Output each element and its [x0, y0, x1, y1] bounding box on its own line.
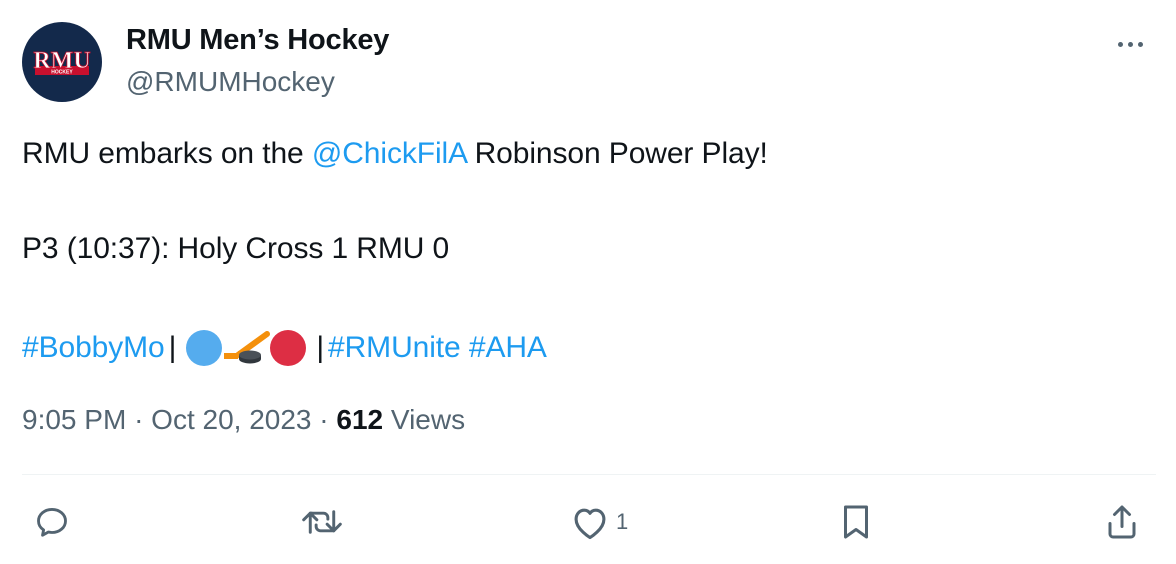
tweet-text-line-1: RMU embarks on the @ChickFilA Robinson P…: [22, 137, 768, 171]
tweet-meta: 9:05 PM · Oct 20, 2023 · 612 Views: [22, 404, 465, 436]
reply-icon: [37, 507, 67, 537]
avatar[interactable]: RMU HOCKEY: [22, 22, 102, 102]
hashtag-link[interactable]: #RMUnite: [328, 331, 461, 365]
share-button[interactable]: [1104, 500, 1140, 544]
retweet-button[interactable]: [300, 500, 344, 544]
tweet-text-line-3: #BobbyMo | | #RMUnite #AHA: [22, 328, 547, 368]
hashtag-link[interactable]: #AHA: [469, 331, 547, 365]
tweet-text-line-2: P3 (10:37): Holy Cross 1 RMU 0: [22, 232, 450, 265]
tweet-text-segment: RMU embarks on the: [22, 137, 312, 170]
bookmark-button[interactable]: [838, 500, 874, 544]
more-dot-icon: [1117, 41, 1123, 47]
like-button[interactable]: 1: [570, 500, 628, 544]
separator: |: [316, 331, 325, 364]
tweet-time[interactable]: 9:05 PM: [22, 404, 126, 435]
views-label: Views: [390, 404, 466, 435]
share-icon: [1108, 505, 1136, 539]
like-count: 1: [616, 509, 629, 534]
tweet-card: RMU HOCKEY RMU Men’s Hockey @RMUMHockey …: [0, 0, 1176, 564]
retweet-icon: [302, 510, 342, 534]
mention-link[interactable]: @ChickFilA: [312, 137, 467, 170]
more-dot-icon: [1137, 41, 1143, 47]
views-count: 612: [336, 404, 384, 435]
tweet-date[interactable]: Oct 20, 2023: [151, 404, 311, 435]
meta-separator: ·: [134, 404, 144, 435]
author-handle[interactable]: @RMUMHockey: [126, 66, 335, 98]
red-circle-emoji-icon: [270, 330, 307, 366]
more-options-button[interactable]: [1108, 26, 1152, 62]
reply-button[interactable]: [34, 500, 70, 544]
avatar-logo-subtext: HOCKEY: [51, 70, 73, 76]
tweet-text-segment: Robinson Power Play!: [466, 137, 768, 170]
more-dot-icon: [1127, 41, 1133, 47]
blue-circle-emoji-icon: [186, 330, 223, 366]
meta-separator: ·: [319, 404, 329, 435]
hashtag-link[interactable]: #BobbyMo: [22, 331, 165, 365]
ice-hockey-emoji-icon: [224, 331, 271, 364]
separator: |: [168, 331, 177, 364]
bookmark-icon: [844, 505, 868, 539]
rmu-logo-icon: RMU HOCKEY: [33, 48, 91, 76]
divider: [22, 474, 1156, 475]
author-name[interactable]: RMU Men’s Hockey: [126, 24, 389, 57]
heart-icon: [574, 508, 606, 540]
